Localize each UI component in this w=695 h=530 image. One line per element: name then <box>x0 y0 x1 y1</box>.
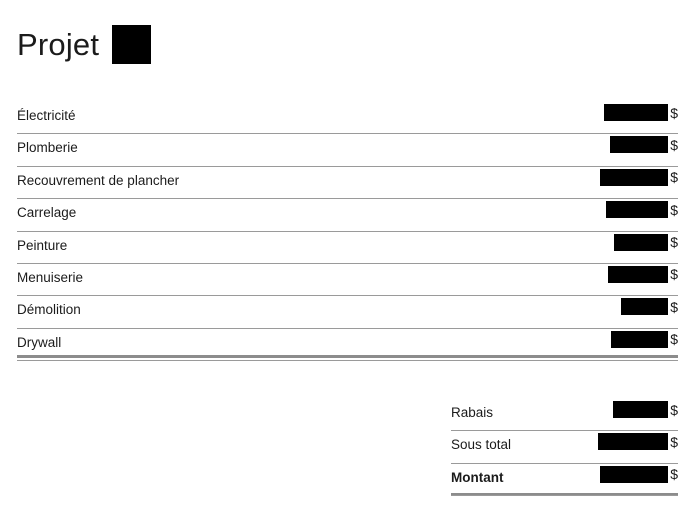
totals-row[interactable]: Montant $ <box>451 464 678 497</box>
amount-cell[interactable]: $ <box>614 232 678 251</box>
currency-symbol: $ <box>670 331 678 348</box>
amount-cell[interactable]: $ <box>600 167 678 186</box>
line-items-list: Électricité $ Plomberie $ Recouvrement de pl… <box>17 102 678 362</box>
table-row[interactable]: Menuiserie $ <box>17 264 678 297</box>
item-label: Peinture <box>17 237 68 253</box>
total-amount-redaction <box>600 465 669 483</box>
amount-redaction <box>610 136 669 154</box>
item-label: Plomberie <box>17 140 78 156</box>
item-label: Électricité <box>17 108 76 123</box>
item-label: Menuiserie <box>17 269 84 285</box>
total-amount-redaction <box>613 401 669 418</box>
amount-redaction <box>614 233 669 251</box>
amount-cell[interactable]: $ <box>621 296 678 316</box>
amount-cell[interactable]: $ <box>606 199 678 219</box>
item-label: Carrelage <box>17 205 77 221</box>
line-items-end-divider <box>17 355 678 358</box>
currency-symbol: $ <box>670 298 678 315</box>
totals-row[interactable]: Rabais $ <box>451 399 678 432</box>
amount-redaction <box>611 330 669 348</box>
table-row[interactable]: Plomberie $ <box>17 134 678 167</box>
amount-cell[interactable]: $ <box>611 329 678 348</box>
page-title: Projet <box>17 26 100 62</box>
table-row[interactable]: Carrelage $ <box>17 199 678 232</box>
total-amount-redaction <box>598 433 669 451</box>
totals-list: Rabais $ Sous total $ Montant $ <box>451 399 678 497</box>
item-label: Démolition <box>17 302 81 318</box>
total-label: Rabais <box>451 405 494 420</box>
table-row[interactable]: Peinture $ <box>17 232 678 264</box>
amount-cell[interactable]: $ <box>600 464 678 483</box>
amount-redaction <box>600 168 669 186</box>
totals-row[interactable]: Sous total $ <box>451 431 678 464</box>
currency-symbol: $ <box>670 169 678 186</box>
item-label: Recouvrement de plancher <box>17 172 180 188</box>
amount-cell[interactable]: $ <box>613 399 678 418</box>
item-label: Drywall <box>17 334 62 350</box>
currency-symbol: $ <box>670 401 678 418</box>
currency-symbol: $ <box>670 234 678 251</box>
amount-cell[interactable]: $ <box>604 102 678 121</box>
estimate-document: Projet Électricité $ Plomberie $ Recouvremen… <box>0 0 695 530</box>
table-row[interactable]: Électricité $ <box>17 102 678 135</box>
table-row[interactable]: Recouvrement de plancher $ <box>17 167 678 200</box>
currency-symbol: $ <box>670 466 678 483</box>
table-row[interactable]: Démolition $ <box>17 296 678 329</box>
totals-end-divider <box>451 493 678 495</box>
currency-symbol: $ <box>670 201 678 218</box>
amount-redaction <box>606 201 669 219</box>
currency-symbol: $ <box>670 136 678 153</box>
total-label: Montant <box>451 469 504 485</box>
amount-redaction <box>604 104 669 121</box>
currency-symbol: $ <box>670 104 678 121</box>
amount-cell[interactable]: $ <box>610 134 678 154</box>
amount-redaction <box>608 265 669 283</box>
amount-cell[interactable]: $ <box>608 264 678 283</box>
document-title: Projet <box>17 20 152 68</box>
total-label: Sous total <box>451 437 512 453</box>
amount-cell[interactable]: $ <box>598 431 678 451</box>
amount-redaction <box>621 298 669 316</box>
project-name-redaction <box>112 24 152 64</box>
currency-symbol: $ <box>670 266 678 283</box>
currency-symbol: $ <box>670 433 678 450</box>
